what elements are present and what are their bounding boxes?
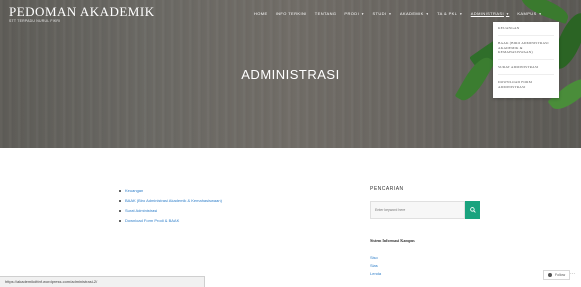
browser-status-url: https://akademikdttnf.wordpress.com/admi… — [0, 276, 205, 287]
main-nav: HOME INFO TERKINI TENTANG PRODI ▼ STUDI ▼ … — [254, 11, 550, 16]
nav-item-label: PRODI — [344, 11, 360, 16]
bullet-icon — [119, 220, 121, 222]
nav-item-label: STUDI — [372, 11, 387, 16]
search-form — [370, 201, 480, 219]
content-link-baak[interactable]: BAAK (Biro Administrasi Akademik & Kemah… — [125, 196, 222, 206]
list-item: Surat Administrasi — [119, 206, 222, 216]
nav-item-label: ADMINISTRASI — [470, 11, 504, 16]
search-button[interactable] — [465, 201, 480, 219]
nav-item-label: HOME — [254, 11, 268, 16]
list-item: Keuangan — [119, 186, 222, 196]
search-widget-title: PENCARIAN — [370, 186, 404, 192]
nav-item-akademik[interactable]: AKADEMIK ▼ — [400, 11, 429, 16]
list-item: BAAK (Biro Administrasi Akademik & Kemah… — [119, 196, 222, 206]
chevron-down-icon: ▼ — [425, 11, 430, 16]
content-link-surat-administrasi[interactable]: Surat Administrasi — [125, 206, 157, 216]
sidebar-heading-sistem-informasi: Sistem Informasi Kampus — [370, 238, 415, 243]
follow-button[interactable]: Follow — [543, 270, 571, 280]
search-icon — [469, 207, 476, 213]
nav-item-studi[interactable]: STUDI ▼ — [372, 11, 391, 16]
dropdown-item-surat-administrasi[interactable]: SURAT ADMINISTRASI — [498, 65, 554, 76]
nav-item-kampus[interactable]: KAMPUS ▼ — [517, 11, 542, 16]
sidebar-link[interactable]: Siso — [370, 254, 381, 262]
nav-item-tentang[interactable]: TENTANG — [315, 11, 337, 16]
nav-item-label: TENTANG — [314, 11, 337, 16]
site-title[interactable]: PEDOMAN AKADEMIK — [9, 4, 155, 20]
bullet-icon — [119, 200, 121, 202]
nav-item-administrasi[interactable]: ADMINISTRASI ▼ — [471, 11, 510, 16]
chevron-down-icon: ▼ — [459, 11, 463, 16]
bullet-icon — [119, 190, 121, 192]
site-tagline: STT TERPADU NURUL FIKRI — [9, 19, 61, 23]
content-link-keuangan[interactable]: Keuangan — [125, 186, 143, 196]
content-link-list: Keuangan BAAK (Biro Administrasi Akademi… — [119, 186, 222, 226]
dropdown-item-keuangan[interactable]: KEUANGAN — [498, 26, 554, 37]
sidebar-info-links: Siso Sias Lenda — [370, 254, 381, 278]
nav-item-prodi[interactable]: PRODI ▼ — [344, 11, 364, 16]
nav-item-home[interactable]: HOME — [254, 11, 268, 16]
chevron-down-icon: ▼ — [538, 11, 543, 16]
dropdown-item-baak[interactable]: BAAK (BIRO ADMINISTRASI AKADEMIK & KEMAH… — [498, 41, 554, 61]
follow-label: Follow — [555, 273, 566, 277]
nav-item-label: KAMPUS — [517, 11, 537, 16]
nav-item-label: INFO TERKINI — [275, 11, 307, 16]
more-options-icon[interactable]: ··· — [570, 271, 575, 277]
sidebar-link[interactable]: Sias — [370, 262, 381, 270]
wordpress-icon — [548, 273, 552, 277]
chevron-down-icon: ▼ — [388, 11, 392, 16]
nav-item-ta-pkl[interactable]: TA & PKL ▼ — [437, 11, 463, 16]
sidebar-link[interactable]: Lenda — [370, 270, 381, 278]
administrasi-dropdown-menu: KEUANGAN BAAK (BIRO ADMINISTRASI AKADEMI… — [493, 22, 559, 98]
list-item: Download Form Prodi & BAAK — [119, 216, 222, 226]
nav-item-info-terkini[interactable]: INFO TERKINI — [276, 11, 307, 16]
bullet-icon — [119, 210, 121, 212]
nav-item-label: TA & PKL — [437, 11, 458, 16]
nav-item-label: AKADEMIK — [399, 11, 424, 16]
chevron-down-icon: ▼ — [361, 11, 365, 16]
search-input[interactable] — [370, 201, 465, 219]
dropdown-item-download-form[interactable]: DOWNLOAD FORM ADMINISTRASI — [498, 80, 554, 94]
chevron-down-icon: ▼ — [505, 11, 510, 16]
content-link-download-form[interactable]: Download Form Prodi & BAAK — [125, 216, 179, 226]
